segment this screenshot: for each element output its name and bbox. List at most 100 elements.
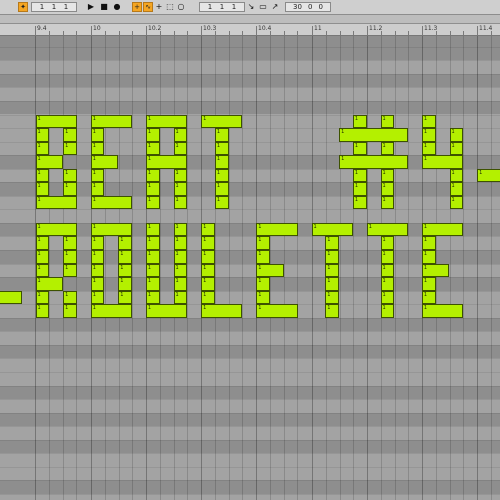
midi-note[interactable]: 1 bbox=[145, 141, 160, 156]
midi-note[interactable]: 1 bbox=[352, 168, 367, 183]
midi-note[interactable]: 1 bbox=[201, 263, 215, 278]
midi-note[interactable]: 1 bbox=[449, 195, 464, 210]
midi-note[interactable]: 1 bbox=[214, 141, 229, 156]
midi-note[interactable]: 1 bbox=[145, 195, 160, 210]
midi-note[interactable]: 1 bbox=[145, 263, 160, 278]
midi-note[interactable]: 1 bbox=[201, 250, 215, 264]
midi-note[interactable]: 1 bbox=[118, 277, 133, 291]
midi-note[interactable]: 1 bbox=[380, 141, 395, 156]
midi-note[interactable]: 1 bbox=[366, 222, 409, 237]
midi-note[interactable]: 1 bbox=[256, 222, 298, 237]
midi-note[interactable]: 1 bbox=[90, 250, 105, 264]
midi-note[interactable]: 1 bbox=[63, 236, 77, 250]
midi-note[interactable]: 1 bbox=[201, 236, 215, 250]
midi-note[interactable]: 1 bbox=[118, 290, 133, 305]
midi-note[interactable]: 1 bbox=[173, 250, 188, 264]
midi-note[interactable]: 1 bbox=[145, 236, 160, 250]
midi-note[interactable]: 1 bbox=[380, 168, 395, 183]
midi-note[interactable]: 1 bbox=[173, 128, 188, 142]
loop-switch-icon[interactable]: ▭ bbox=[258, 2, 268, 12]
midi-note[interactable]: 1 bbox=[325, 277, 340, 291]
midi-note[interactable]: 1 bbox=[421, 263, 450, 278]
stop-icon[interactable]: ■ bbox=[99, 2, 109, 12]
midi-note[interactable]: 1 bbox=[173, 141, 188, 156]
midi-note[interactable]: 1 bbox=[35, 114, 77, 129]
loop-icon[interactable]: ⬚ bbox=[165, 2, 175, 12]
midi-note[interactable]: 1 bbox=[256, 277, 271, 291]
midi-note[interactable]: 1 bbox=[421, 290, 436, 305]
beat-time-ruler[interactable]: 9.4 10 10.2 10.3 10.4 11 11.2 11.3 11.4 bbox=[0, 24, 500, 36]
midi-note[interactable]: 1 bbox=[35, 304, 50, 318]
midi-note[interactable]: 1 bbox=[256, 236, 271, 250]
midi-note[interactable]: 1 bbox=[421, 222, 464, 237]
midi-note[interactable]: 1 bbox=[325, 290, 340, 305]
midi-note[interactable]: 1 bbox=[35, 155, 64, 169]
midi-note[interactable]: 1 bbox=[90, 182, 105, 196]
midi-note[interactable]: 1 bbox=[90, 222, 133, 237]
midi-note[interactable]: 1 bbox=[90, 236, 105, 250]
midi-note[interactable]: 1 bbox=[118, 263, 133, 278]
midi-note[interactable]: 1 bbox=[352, 114, 367, 129]
midi-note[interactable]: 1 bbox=[380, 195, 395, 210]
midi-note[interactable]: 1 bbox=[63, 141, 77, 156]
midi-note[interactable]: 1 bbox=[118, 236, 133, 250]
midi-note[interactable]: 1 bbox=[421, 128, 436, 142]
draw-icon[interactable]: + bbox=[154, 2, 164, 12]
midi-note[interactable]: 1 bbox=[35, 168, 50, 183]
midi-note[interactable]: 1 bbox=[214, 155, 229, 169]
midi-note[interactable]: 1 bbox=[145, 168, 160, 183]
loop-start-field[interactable]: 1 1 1 bbox=[199, 2, 245, 12]
midi-note[interactable]: 1 bbox=[118, 250, 133, 264]
midi-note[interactable]: 1 bbox=[63, 250, 77, 264]
midi-note[interactable]: 1 bbox=[90, 128, 105, 142]
punch-icon[interactable]: ○ bbox=[176, 2, 186, 12]
midi-note[interactable]: 1 bbox=[90, 155, 119, 169]
midi-note[interactable]: 1 bbox=[449, 141, 464, 156]
midi-note[interactable]: 1 bbox=[173, 195, 188, 210]
midi-note[interactable]: 1 bbox=[35, 236, 50, 250]
midi-note[interactable]: 1 bbox=[90, 168, 105, 183]
midi-note[interactable]: 1 bbox=[421, 304, 464, 318]
midi-note[interactable]: 1 bbox=[201, 277, 215, 291]
midi-note[interactable]: 1 bbox=[145, 250, 160, 264]
midi-note[interactable]: 1 bbox=[256, 304, 298, 318]
midi-note[interactable]: 1 bbox=[380, 290, 395, 305]
midi-note[interactable]: 1 bbox=[311, 222, 353, 237]
midi-note[interactable]: 1 bbox=[201, 114, 243, 129]
arrangement-position-field[interactable]: 1 1 1 bbox=[31, 2, 77, 12]
midi-note[interactable]: 1 bbox=[421, 236, 436, 250]
midi-note[interactable]: 1 bbox=[90, 304, 133, 318]
midi-note[interactable]: 1 bbox=[449, 168, 464, 183]
midi-note[interactable]: 1 bbox=[380, 263, 395, 278]
midi-note[interactable]: 1 bbox=[173, 263, 188, 278]
midi-note[interactable]: 1 bbox=[256, 263, 284, 278]
automation-button[interactable]: ∿ bbox=[143, 2, 153, 12]
midi-note[interactable]: 1 bbox=[90, 263, 105, 278]
midi-note[interactable]: 1 bbox=[339, 155, 409, 169]
midi-note[interactable]: 1 bbox=[256, 250, 271, 264]
midi-note[interactable]: 1 bbox=[63, 182, 77, 196]
midi-note[interactable]: 1 bbox=[90, 195, 133, 210]
midi-note[interactable]: 1 bbox=[173, 290, 188, 305]
punch-in-icon[interactable]: ↘ bbox=[246, 2, 256, 12]
midi-note[interactable]: 1 bbox=[380, 236, 395, 250]
midi-note[interactable]: 1 bbox=[352, 141, 367, 156]
midi-note[interactable]: 1 bbox=[421, 141, 436, 156]
midi-note[interactable]: 1 bbox=[421, 155, 464, 169]
midi-note[interactable]: 1 bbox=[380, 277, 395, 291]
midi-note[interactable]: 1 bbox=[380, 250, 395, 264]
midi-note[interactable]: 1 bbox=[421, 277, 436, 291]
midi-note[interactable]: 1 bbox=[145, 290, 160, 305]
midi-note[interactable]: 1 bbox=[173, 236, 188, 250]
midi-note[interactable]: 1 bbox=[173, 277, 188, 291]
midi-note[interactable]: 1 bbox=[477, 168, 500, 183]
play-icon[interactable]: ▶ bbox=[86, 2, 96, 12]
midi-note[interactable]: 1 bbox=[90, 290, 105, 305]
midi-note[interactable]: 1 bbox=[35, 263, 50, 278]
midi-note[interactable]: 1 bbox=[35, 290, 50, 305]
midi-note[interactable]: 1 bbox=[35, 128, 50, 142]
midi-note[interactable]: 1 bbox=[380, 182, 395, 196]
midi-note[interactable]: 1 bbox=[35, 222, 77, 237]
midi-note[interactable]: 1 bbox=[0, 290, 22, 305]
midi-note[interactable]: 1 bbox=[173, 182, 188, 196]
